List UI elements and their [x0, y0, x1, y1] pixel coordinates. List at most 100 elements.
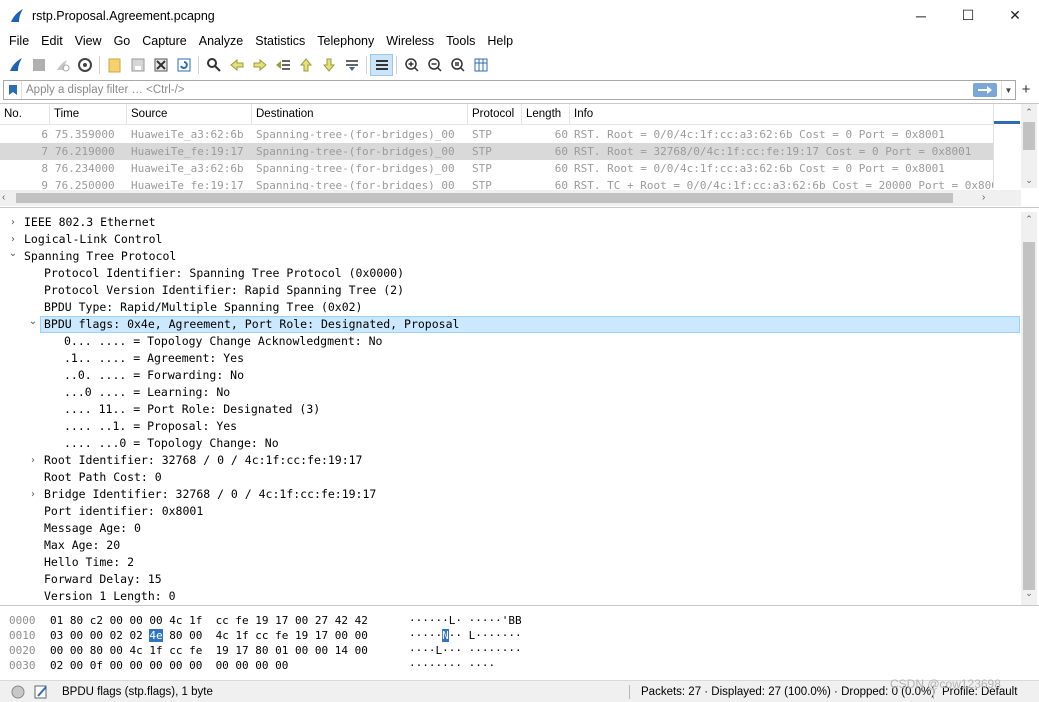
detail-tree-item[interactable]: ⌄ Spanning Tree Protocol [0, 248, 1020, 265]
menu-go[interactable]: Go [108, 31, 137, 52]
detail-tree-item[interactable]: 0... .... = Topology Change Acknowledgme… [0, 333, 1020, 350]
packet-list-horizontal-scrollbar[interactable]: ‹ › [0, 190, 1021, 206]
go-back-button[interactable] [225, 54, 248, 76]
detail-tree-item[interactable]: Max Age: 20 [0, 537, 1020, 554]
minimize-button[interactable]: ─ [898, 0, 944, 31]
menu-wireless[interactable]: Wireless [380, 31, 440, 52]
capture-comment-icon[interactable] [34, 684, 48, 700]
filter-bookmark-button[interactable] [4, 81, 22, 99]
packet-row[interactable]: 7 76.219000 HuaweiTe_fe:19:17 Spanning-tree… [0, 143, 993, 160]
go-forward-button[interactable] [248, 54, 271, 76]
menu-file[interactable]: File [3, 31, 35, 52]
first-packet-button[interactable] [294, 54, 317, 76]
apply-filter-button[interactable] [973, 83, 997, 97]
filter-history-dropdown[interactable]: ▼ [1001, 81, 1015, 99]
scrollbar-thumb[interactable] [1023, 122, 1035, 150]
scroll-up-icon[interactable]: ⌃ [1021, 104, 1037, 120]
detail-tree-item[interactable]: .... ..1. = Proposal: Yes [0, 418, 1020, 435]
chevron-right-icon[interactable]: › [27, 486, 39, 503]
column-header-protocol[interactable]: Protocol [468, 104, 522, 125]
chevron-down-icon[interactable]: ⌄ [7, 245, 19, 262]
menu-help[interactable]: Help [481, 31, 519, 52]
normal-size-button[interactable] [446, 54, 469, 76]
column-header-time[interactable]: Time [50, 104, 127, 125]
detail-tree-item[interactable]: Root Path Cost: 0 [0, 469, 1020, 486]
chevron-down-icon[interactable]: ⌄ [27, 313, 39, 330]
menu-view[interactable]: View [69, 31, 108, 52]
scroll-left-icon[interactable]: ‹ [2, 190, 14, 206]
detail-tree-item[interactable]: .... ...0 = Topology Change: No [0, 435, 1020, 452]
detail-tree-item[interactable]: Port identifier: 0x8001 [0, 503, 1020, 520]
detail-tree-item[interactable]: Hello Time: 2 [0, 554, 1020, 571]
detail-tree-item[interactable]: Message Age: 0 [0, 520, 1020, 537]
detail-tree-item[interactable]: ..0. .... = Forwarding: No [0, 367, 1020, 384]
start-capture-button[interactable] [4, 54, 27, 76]
detail-tree-item[interactable]: › IEEE 802.3 Ethernet [0, 214, 1020, 231]
close-file-button[interactable] [149, 54, 172, 76]
detail-tree-item[interactable]: ...0 .... = Learning: No [0, 384, 1020, 401]
go-to-packet-button[interactable] [271, 54, 294, 76]
stop-capture-button[interactable] [27, 54, 50, 76]
autoscroll-button[interactable] [340, 54, 363, 76]
detail-tree-item[interactable]: Protocol Identifier: Spanning Tree Proto… [0, 265, 1020, 282]
column-header-destination[interactable]: Destination [252, 104, 468, 125]
scroll-up-icon[interactable]: ⌃ [1021, 214, 1037, 228]
capture-options-button[interactable] [73, 54, 96, 76]
ascii-bytes[interactable]: ········ ···· [409, 658, 495, 673]
add-filter-button-button[interactable]: + [1019, 81, 1033, 98]
ascii-bytes[interactable]: ······L· ·····'BB [409, 613, 522, 628]
expert-info-icon[interactable] [11, 685, 25, 699]
packet-list-vertical-scrollbar[interactable]: ⌃ ⌄ [1021, 104, 1037, 188]
hex-bytes[interactable]: 02 00 0f 00 00 00 00 00 00 00 00 00 [50, 658, 288, 673]
hex-bytes[interactable]: 01 80 c2 00 00 00 4c 1f cc fe 19 17 00 2… [50, 613, 368, 628]
detail-tree-item[interactable]: Protocol Version Identifier: Rapid Spann… [0, 282, 1020, 299]
menu-statistics[interactable]: Statistics [249, 31, 311, 52]
zoom-in-button[interactable] [400, 54, 423, 76]
chevron-right-icon[interactable]: › [27, 452, 39, 469]
column-header-length[interactable]: Length [522, 104, 570, 125]
hex-bytes[interactable]: 03 00 00 02 02 4e 80 00 4c 1f cc fe 19 1… [50, 628, 368, 643]
column-header-no[interactable]: No. [0, 104, 50, 125]
column-header-source[interactable]: Source [127, 104, 252, 125]
zoom-out-button[interactable] [423, 54, 446, 76]
restart-capture-button[interactable] [50, 54, 73, 76]
open-file-button[interactable] [103, 54, 126, 76]
menu-edit[interactable]: Edit [35, 31, 69, 52]
column-header-info[interactable]: Info [570, 104, 993, 125]
menu-analyze[interactable]: Analyze [193, 31, 249, 52]
maximize-button[interactable]: ☐ [945, 0, 991, 31]
detail-tree-item[interactable]: BPDU Type: Rapid/Multiple Spanning Tree … [0, 299, 1020, 316]
scroll-right-icon[interactable]: › [982, 190, 994, 206]
menu-capture[interactable]: Capture [136, 31, 192, 52]
hex-bytes[interactable]: 00 00 80 00 4c 1f cc fe 19 17 80 01 00 0… [50, 643, 368, 658]
packet-list-minimap[interactable] [993, 104, 1020, 188]
detail-tree-item[interactable]: .... 11.. = Port Role: Designated (3) [0, 401, 1020, 418]
detail-tree-item[interactable]: Forward Delay: 15 [0, 571, 1020, 588]
detail-tree-item[interactable]: › Logical-Link Control [0, 231, 1020, 248]
resize-columns-button[interactable] [469, 54, 492, 76]
details-vertical-scrollbar[interactable]: ⌃ ⌄ [1021, 212, 1037, 605]
detail-tree-item[interactable]: ⌄ BPDU flags: 0x4e, Agreement, Port Role:… [0, 316, 1020, 333]
save-file-button[interactable] [126, 54, 149, 76]
ascii-bytes[interactable]: ·····N·· L······· [409, 628, 522, 643]
find-packet-button[interactable] [202, 54, 225, 76]
detail-tree-item[interactable]: Version 1 Length: 0 [0, 588, 1020, 605]
ascii-bytes[interactable]: ····L··· ········ [409, 643, 522, 658]
scrollbar-thumb[interactable] [1023, 242, 1035, 590]
detail-tree-item[interactable]: › Root Identifier: 32768 / 0 / 4c:1f:cc:f… [0, 452, 1020, 469]
scroll-down-icon[interactable]: ⌄ [1021, 588, 1037, 602]
detail-tree-item[interactable]: .1.. .... = Agreement: Yes [0, 350, 1020, 367]
close-button[interactable]: ✕ [992, 0, 1038, 31]
scroll-down-icon[interactable]: ⌄ [1021, 172, 1037, 188]
display-filter-input[interactable] [22, 81, 973, 99]
menu-telephony[interactable]: Telephony [311, 31, 380, 52]
menu-tools[interactable]: Tools [440, 31, 481, 52]
reload-file-button[interactable] [172, 54, 195, 76]
scrollbar-thumb[interactable] [16, 193, 953, 203]
colorize-button[interactable] [370, 54, 393, 76]
last-packet-button[interactable] [317, 54, 340, 76]
packet-row[interactable]: 6 75.359000 HuaweiTe_a3:62:6b Spanning-tree… [0, 126, 993, 143]
packet-row[interactable]: 8 76.234000 HuaweiTe_a3:62:6b Spanning-tree… [0, 160, 993, 177]
detail-tree-item[interactable]: › Bridge Identifier: 32768 / 0 / 4c:1f:cc… [0, 486, 1020, 503]
chevron-right-icon[interactable]: › [7, 214, 19, 231]
